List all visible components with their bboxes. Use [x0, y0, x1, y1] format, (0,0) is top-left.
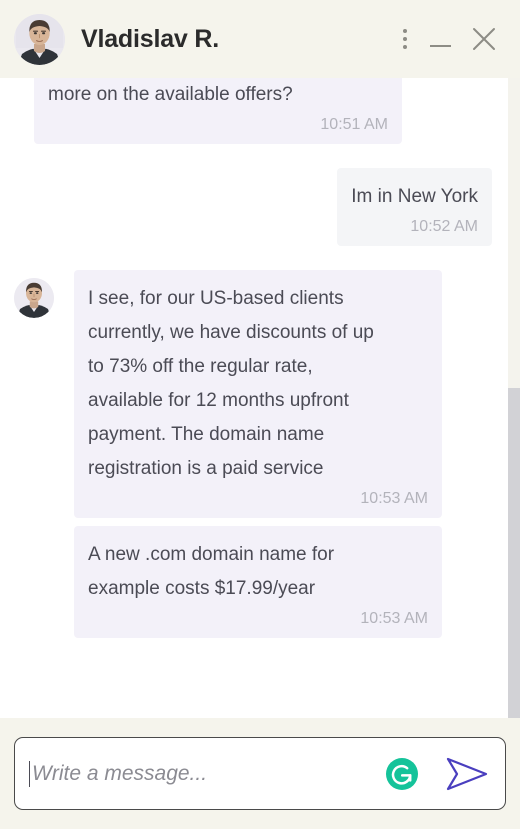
message-bubble-outgoing: Im in New York 10:52 AM: [337, 168, 492, 246]
message-bubble-incoming: I see, for our US-based clients currentl…: [74, 270, 442, 518]
kebab-dot: [403, 29, 407, 33]
message-text: A new .com domain name for example costs…: [88, 544, 335, 599]
message-gap: [0, 518, 508, 526]
message-bubble-incoming: country, please so I can elaborate more …: [34, 78, 402, 144]
message-timestamp: 10:53 AM: [360, 610, 428, 627]
message-row: country, please so I can elaborate more …: [0, 78, 508, 144]
message-gap: [0, 144, 508, 168]
minimize-bar: [429, 45, 451, 47]
message-bubble-incoming: A new .com domain name for example costs…: [74, 526, 442, 638]
message-row: Im in New York 10:52 AM: [0, 168, 508, 246]
message-text: country, please so I can elaborate more …: [48, 84, 293, 105]
message-timestamp: 10:51 AM: [320, 116, 388, 133]
contact-avatar: [14, 13, 65, 65]
message-input[interactable]: Write a message...: [14, 737, 506, 810]
send-button[interactable]: [445, 756, 489, 792]
kebab-dot: [403, 45, 407, 49]
message-input-placeholder: Write a message...: [32, 761, 208, 785]
close-icon[interactable]: [462, 22, 506, 56]
chat-window: Vladislav R. country, please so I can el…: [0, 0, 520, 829]
message-row: A new .com domain name for example costs…: [0, 526, 508, 638]
contact-name: Vladislav R.: [81, 24, 219, 53]
sender-avatar: [14, 278, 54, 318]
message-composer: Write a message...: [0, 718, 520, 829]
kebab-dot: [403, 37, 407, 41]
message-text: Im in New York: [351, 186, 478, 207]
message-scroll-area: country, please so I can elaborate more …: [0, 78, 508, 718]
message-timestamp: 10:53 AM: [360, 490, 428, 507]
avatar-placeholder: [14, 534, 54, 574]
message-gap: [0, 246, 508, 270]
minimize-icon[interactable]: [418, 22, 462, 56]
message-row: I see, for our US-based clients currentl…: [0, 270, 508, 518]
kebab-menu-icon[interactable]: [392, 22, 418, 56]
message-text: I see, for our US-based clients currentl…: [88, 288, 374, 479]
chat-header: Vladislav R.: [0, 0, 520, 78]
message-timestamp: 10:52 AM: [410, 218, 478, 235]
message-scrollbar[interactable]: [508, 78, 520, 718]
message-list[interactable]: country, please so I can elaborate more …: [0, 78, 520, 718]
scrollbar-thumb[interactable]: [508, 388, 520, 718]
grammarly-icon[interactable]: [385, 757, 419, 791]
